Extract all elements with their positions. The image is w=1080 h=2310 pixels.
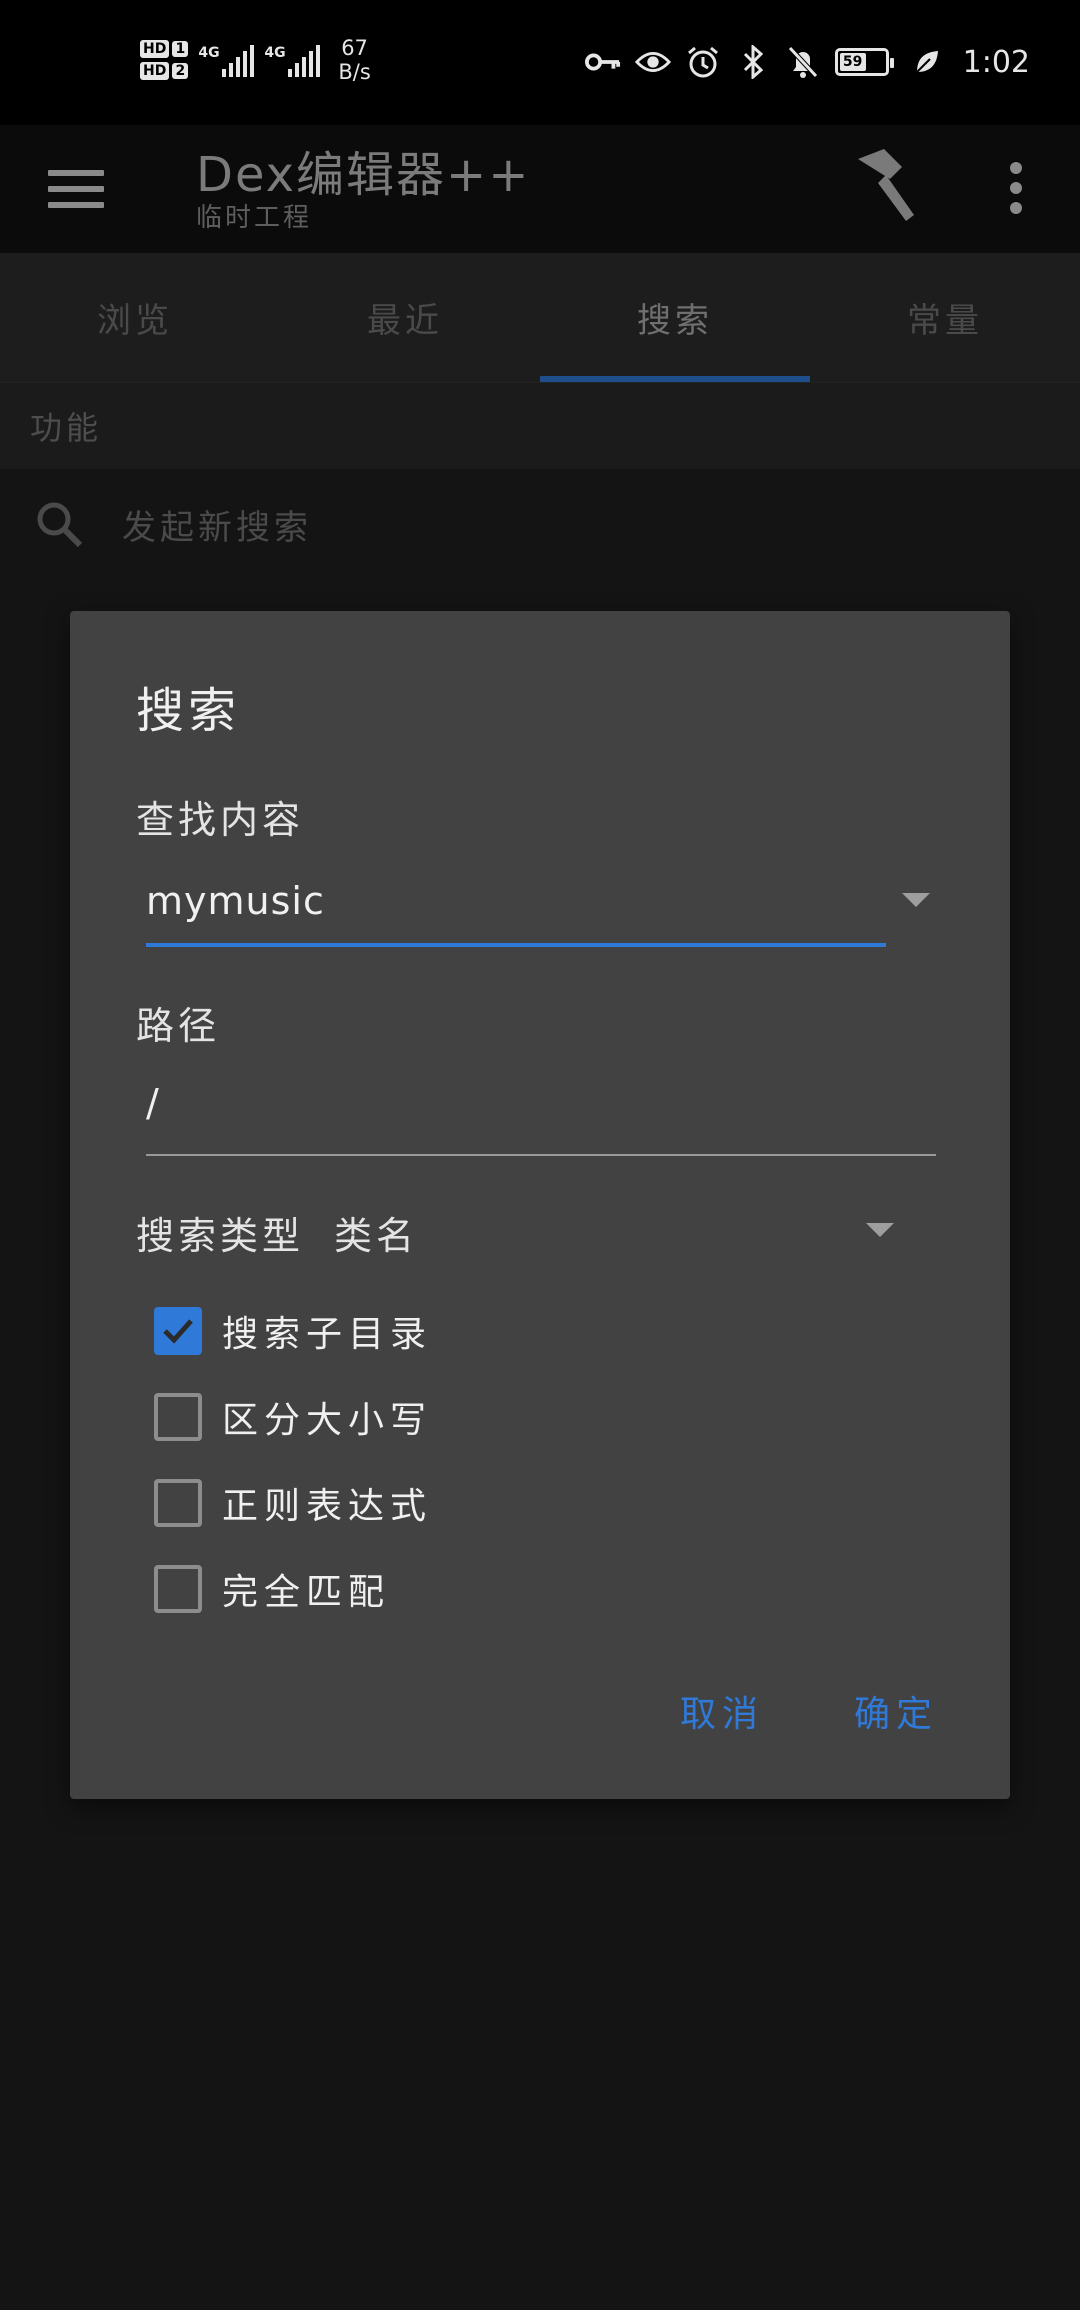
build-hammer-icon[interactable] bbox=[850, 145, 922, 225]
app-subtitle: 临时工程 bbox=[196, 203, 313, 233]
signal-icon-sim1: 4G bbox=[198, 43, 255, 77]
option-search-subdirectories[interactable]: 搜索子目录 bbox=[154, 1303, 432, 1359]
key-icon bbox=[584, 44, 621, 80]
app-title: Dex编辑器++ bbox=[196, 147, 531, 203]
bluetooth-icon bbox=[735, 44, 771, 80]
more-options-icon[interactable] bbox=[996, 155, 1036, 221]
search-icon bbox=[34, 499, 84, 549]
path-value: / bbox=[146, 1081, 160, 1125]
dialog-title: 搜索 bbox=[136, 683, 241, 739]
option-regex[interactable]: 正则表达式 bbox=[154, 1475, 432, 1531]
app-bar: Dex编辑器++ 临时工程 bbox=[0, 125, 1080, 253]
section-header-functions: 功能 bbox=[0, 383, 1080, 469]
bell-off-icon bbox=[785, 44, 821, 80]
search-dialog: 搜索 查找内容 mymusic 路径 / 搜索类型 类名 搜索子目录 区分大小写… bbox=[70, 611, 1010, 1799]
checkbox-unchecked-icon[interactable] bbox=[154, 1565, 202, 1613]
path-label: 路径 bbox=[136, 1004, 221, 1048]
find-content-label: 查找内容 bbox=[136, 798, 305, 842]
menu-icon[interactable] bbox=[48, 161, 104, 217]
checkbox-checked-icon[interactable] bbox=[154, 1307, 202, 1355]
tab-constants[interactable]: 常量 bbox=[810, 253, 1080, 382]
network-speed: 67 B/s bbox=[338, 36, 371, 84]
cancel-button[interactable]: 取消 bbox=[680, 1685, 764, 1737]
signal-icon-sim2: 4G bbox=[264, 43, 321, 77]
search-type-selector[interactable]: 搜索类型 类名 bbox=[136, 1205, 418, 1260]
tab-recent[interactable]: 最近 bbox=[270, 253, 540, 382]
search-type-label: 搜索类型 bbox=[136, 1214, 305, 1258]
search-type-dropdown-icon[interactable] bbox=[866, 1223, 894, 1237]
confirm-button[interactable]: 确定 bbox=[854, 1685, 938, 1737]
hd-badge-sim2: HD 2 bbox=[140, 62, 189, 80]
clock: 1:02 bbox=[962, 44, 1030, 80]
tab-browse[interactable]: 浏览 bbox=[0, 253, 270, 382]
option-case-sensitive[interactable]: 区分大小写 bbox=[154, 1389, 432, 1445]
hd-badge-sim1: HD 1 bbox=[140, 40, 189, 58]
checkbox-unchecked-icon[interactable] bbox=[154, 1479, 202, 1527]
find-history-dropdown-icon[interactable] bbox=[902, 893, 930, 907]
new-search-label: 发起新搜索 bbox=[122, 507, 312, 548]
hd-indicators: HD 1 HD 2 bbox=[140, 40, 189, 80]
status-bar: HD 1 HD 2 4G 4G 67 B/s 59 1:02 bbox=[0, 0, 1080, 125]
new-search-item[interactable]: 发起新搜索 bbox=[0, 469, 1080, 579]
tab-search[interactable]: 搜索 bbox=[540, 253, 810, 382]
checkbox-unchecked-icon[interactable] bbox=[154, 1393, 202, 1441]
find-content-value: mymusic bbox=[146, 879, 325, 923]
alarm-icon bbox=[685, 44, 721, 80]
search-type-value: 类名 bbox=[334, 1214, 419, 1258]
leaf-icon bbox=[909, 44, 945, 80]
tab-bar: 浏览 最近 搜索 常量 bbox=[0, 253, 1080, 383]
path-input[interactable]: / bbox=[146, 1081, 936, 1157]
find-content-input[interactable]: mymusic bbox=[146, 879, 886, 953]
battery-icon: 59 bbox=[834, 48, 894, 76]
eye-icon bbox=[634, 44, 671, 80]
option-exact-match[interactable]: 完全匹配 bbox=[154, 1561, 390, 1617]
